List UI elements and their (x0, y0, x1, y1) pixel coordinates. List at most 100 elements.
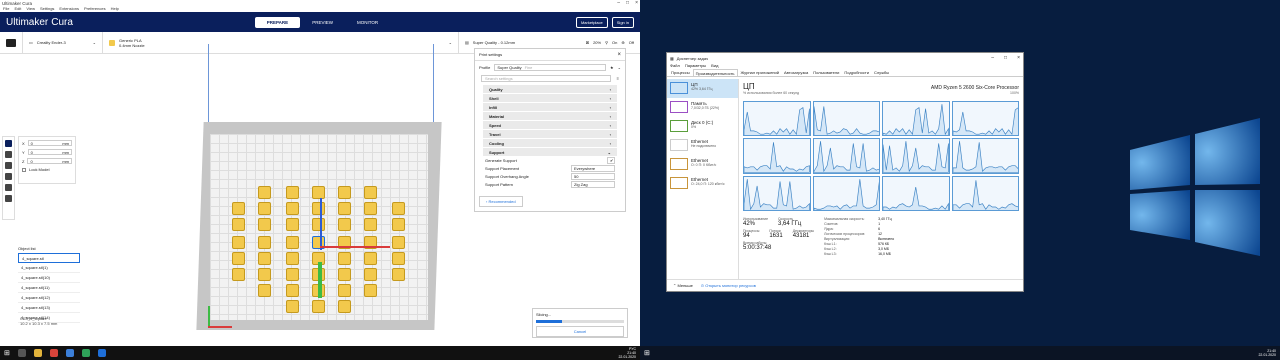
resource-cpu[interactable]: ЦП 42% 3,64 ГГц (667, 79, 738, 98)
model-part[interactable] (312, 186, 325, 199)
model-part[interactable] (338, 268, 351, 281)
model-part[interactable] (232, 268, 245, 281)
menu-help[interactable]: Help (111, 6, 119, 12)
search-settings-input[interactable]: Search settings (481, 75, 611, 82)
tab-processes[interactable]: Процессы (669, 69, 692, 76)
category-speed[interactable]: Speed ‹ (483, 121, 617, 129)
cancel-button[interactable]: Cancel (536, 326, 624, 337)
mirror-tool-icon[interactable] (5, 173, 12, 180)
support-blocker-icon[interactable] (5, 195, 12, 202)
close-icon[interactable]: × (1017, 55, 1020, 61)
maximize-icon[interactable]: □ (626, 0, 629, 6)
model-part[interactable] (364, 218, 377, 231)
menu-settings[interactable]: Settings (40, 6, 54, 12)
model-part[interactable] (392, 236, 405, 249)
list-item[interactable]: 4_square.stl(12) (18, 293, 80, 303)
model-part[interactable] (312, 300, 325, 313)
model-part[interactable] (258, 284, 271, 297)
maximize-icon[interactable]: □ (1004, 55, 1007, 61)
category-material[interactable]: Material ‹ (483, 112, 617, 120)
menu-file[interactable]: File (3, 6, 9, 12)
tab-performance[interactable]: Производительность (692, 69, 738, 76)
material-selector[interactable]: Generic PLA 0.4mm Nozzle ⌄ (103, 32, 459, 53)
explorer-icon[interactable] (33, 349, 42, 357)
list-item[interactable]: 4_square.stl (18, 253, 80, 263)
open-file-button[interactable] (0, 32, 23, 53)
windows-start-icon[interactable]: ⊞ (4, 349, 10, 357)
model-part[interactable] (258, 252, 271, 265)
model-part[interactable] (232, 236, 245, 249)
z-axis-arrow[interactable] (318, 262, 322, 298)
list-item[interactable]: 4_square.stl(1) (18, 263, 80, 273)
windows-start-icon[interactable]: ⊞ (644, 349, 650, 357)
category-cooling[interactable]: Cooling ‹ (483, 139, 617, 147)
model-part[interactable] (286, 218, 299, 231)
model-part[interactable] (258, 268, 271, 281)
category-quality[interactable]: Quality ‹ (483, 85, 617, 93)
model-part[interactable] (364, 202, 377, 215)
tab-startup[interactable]: Автозагрузка (782, 69, 810, 76)
model-part[interactable] (338, 186, 351, 199)
model-part[interactable] (286, 202, 299, 215)
model-part[interactable] (286, 252, 299, 265)
model-part[interactable] (232, 202, 245, 215)
recommended-button[interactable]: ‹ Recommended (479, 196, 523, 207)
model-part[interactable] (364, 186, 377, 199)
resource-disk[interactable]: Диск 0 (C:) 0% (667, 117, 738, 136)
support-pattern-select[interactable]: Zig Zag (571, 180, 615, 188)
open-resource-monitor-link[interactable]: ⊙ Открыть монитор ресурсов (701, 283, 756, 288)
z-field[interactable]: 0 mm (27, 158, 72, 164)
model-part[interactable] (232, 252, 245, 265)
resource-memory[interactable]: Память 7,0/32,0 ГБ (22%) (667, 98, 738, 117)
model-part[interactable] (258, 186, 271, 199)
model-part[interactable] (392, 252, 405, 265)
menu-view[interactable]: View (26, 6, 35, 12)
model-part[interactable] (286, 236, 299, 249)
y-axis-arrow[interactable] (320, 198, 322, 250)
list-item[interactable]: 4_square.stl(10) (18, 273, 80, 283)
category-travel[interactable]: Travel ‹ (483, 130, 617, 138)
model-part[interactable] (258, 218, 271, 231)
model-part[interactable] (364, 284, 377, 297)
menu-icon[interactable]: ≡ (617, 76, 619, 81)
printer-selector[interactable]: ▭ Creality Ender-3 ⌄ (23, 32, 103, 53)
app-icon[interactable] (81, 349, 90, 357)
tab-app-history[interactable]: Журнал приложений (739, 69, 781, 76)
category-shell[interactable]: Shell ‹ (483, 94, 617, 102)
fewer-details-button[interactable]: ⌃ Меньше (673, 283, 693, 288)
marketplace-button[interactable]: Marketplace (575, 16, 608, 28)
model-part[interactable] (286, 186, 299, 199)
model-part[interactable] (258, 236, 271, 249)
tab-monitor[interactable]: MONITOR (345, 17, 390, 28)
tab-users[interactable]: Пользователи (811, 69, 841, 76)
tab-details[interactable]: Подробности (842, 69, 871, 76)
minimize-icon[interactable]: – (991, 55, 994, 61)
object-list-header[interactable]: Object list (18, 246, 80, 253)
search-icon[interactable] (17, 349, 26, 357)
lock-model-checkbox[interactable] (22, 167, 26, 172)
support-placement-select[interactable]: Everywhere (571, 164, 615, 172)
support-angle-field[interactable]: 50 (571, 172, 615, 180)
list-item[interactable]: 4_square.stl(13) (18, 303, 80, 313)
model-part[interactable] (312, 218, 325, 231)
minimize-icon[interactable]: – (617, 0, 620, 6)
category-support[interactable]: Support ⌄ (483, 148, 617, 156)
tab-services[interactable]: Службы (872, 69, 891, 76)
model-part[interactable] (364, 252, 377, 265)
model-part[interactable] (338, 300, 351, 313)
model-part[interactable] (364, 268, 377, 281)
x-axis-arrow[interactable] (320, 246, 390, 248)
app-icon[interactable] (65, 349, 74, 357)
chrome-icon[interactable] (49, 349, 58, 357)
generate-support-checkbox[interactable]: ✔ (607, 156, 615, 164)
model-part[interactable] (312, 202, 325, 215)
chevron-down-icon[interactable]: ⌄ (618, 65, 621, 70)
menu-extensions[interactable]: Extensions (59, 6, 79, 12)
rotate-tool-icon[interactable] (5, 162, 12, 169)
model-part[interactable] (338, 218, 351, 231)
close-icon[interactable]: × (617, 52, 621, 58)
model-part[interactable] (392, 202, 405, 215)
model-part[interactable] (258, 202, 271, 215)
scale-tool-icon[interactable] (5, 151, 12, 158)
profile-select[interactable]: Super Quality Fine (494, 63, 607, 71)
